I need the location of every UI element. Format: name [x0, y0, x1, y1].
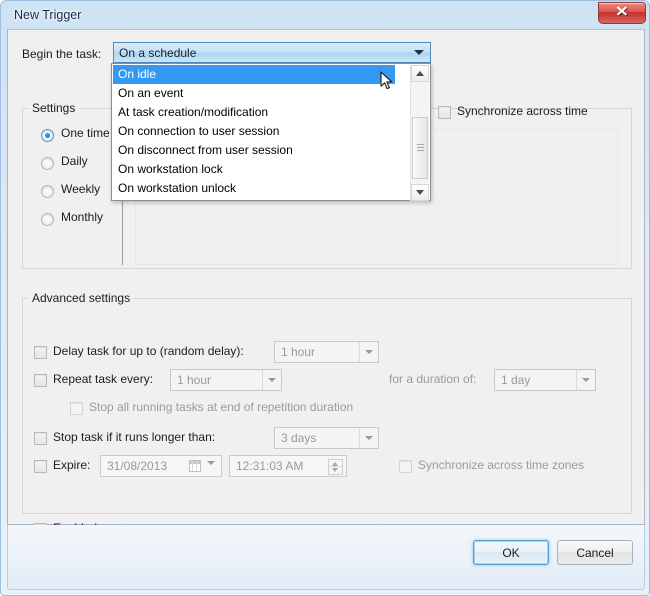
- dropdown-scrollbar[interactable]: [410, 65, 429, 201]
- expire-date-field[interactable]: 31/08/2013: [100, 455, 222, 479]
- chevron-down-icon: [414, 50, 424, 55]
- spinner-down-icon[interactable]: [332, 468, 338, 472]
- stop-task-checkbox[interactable]: [34, 432, 47, 445]
- radio-daily[interactable]: [41, 157, 54, 170]
- radio-weekly[interactable]: [41, 185, 54, 198]
- duration-dropdown-arrow[interactable]: [576, 370, 595, 390]
- chevron-down-icon: [207, 461, 215, 479]
- sync-across-time-zones-checkbox[interactable]: [399, 460, 412, 473]
- ok-button[interactable]: OK: [473, 540, 549, 565]
- begin-the-task-dropdown-list[interactable]: On idle On an event At task creation/mod…: [111, 63, 431, 201]
- new-trigger-dialog: New Trigger ✕ Begin the task: Settings O…: [0, 0, 650, 596]
- radio-one-time[interactable]: [41, 129, 54, 142]
- calendar-icon: [189, 460, 201, 472]
- expire-label: Expire:: [53, 458, 91, 472]
- delay-task-label: Delay task for up to (random delay):: [53, 344, 244, 358]
- expire-date-dropdown-arrow[interactable]: [207, 461, 215, 479]
- dropdown-option-on-connection-to-user-session[interactable]: On connection to user session: [113, 122, 395, 141]
- expire-time-value: 12:31:03 AM: [236, 459, 304, 473]
- repeat-task-checkbox[interactable]: [34, 374, 47, 387]
- begin-the-task-dropdown-arrow[interactable]: [410, 43, 428, 62]
- dropdown-option-on-idle[interactable]: On idle: [113, 65, 395, 84]
- expire-time-field[interactable]: 12:31:03 AM: [229, 455, 347, 477]
- radio-weekly-label: Weekly: [61, 182, 101, 196]
- scrollbar-up-button[interactable]: [411, 65, 429, 82]
- sync-across-time-checkbox[interactable]: [438, 106, 451, 119]
- delay-task-dropdown-arrow[interactable]: [359, 342, 378, 362]
- radio-monthly[interactable]: [41, 213, 54, 226]
- advanced-settings-group-title: Advanced settings: [28, 291, 135, 305]
- stop-task-label: Stop task if it runs longer than:: [53, 430, 216, 444]
- title-bar: New Trigger ✕: [1, 1, 650, 31]
- repeat-task-combo[interactable]: 1 hour: [170, 369, 282, 391]
- scrollbar-grip-icon: [417, 144, 424, 151]
- cancel-button[interactable]: Cancel: [557, 540, 633, 565]
- begin-the-task-combo[interactable]: On a schedule: [113, 42, 431, 63]
- sync-across-time-zones-label: Synchronize across time zones: [418, 458, 585, 472]
- scroll-up-icon: [416, 71, 424, 76]
- repeat-task-value: 1 hour: [177, 373, 212, 387]
- repeat-task-dropdown-arrow[interactable]: [262, 370, 281, 390]
- delay-task-value: 1 hour: [281, 345, 316, 359]
- delay-task-checkbox[interactable]: [34, 346, 47, 359]
- stop-all-running-tasks-checkbox[interactable]: [70, 402, 83, 415]
- begin-the-task-value: On a schedule: [119, 45, 197, 60]
- stop-task-value: 3 days: [281, 431, 317, 445]
- duration-combo[interactable]: 1 day: [494, 369, 596, 391]
- radio-monthly-label: Monthly: [61, 210, 104, 224]
- stop-task-dropdown-arrow[interactable]: [359, 428, 378, 448]
- duration-label: for a duration of:: [389, 372, 477, 386]
- chevron-down-icon: [582, 378, 590, 382]
- window-title: New Trigger: [14, 8, 82, 22]
- dropdown-option-on-workstation-unlock[interactable]: On workstation unlock: [113, 179, 395, 198]
- close-icon: ✕: [615, 5, 629, 20]
- dropdown-options: On idle On an event At task creation/mod…: [113, 65, 395, 201]
- dialog-footer: OK Cancel: [7, 525, 645, 590]
- radio-one-time-label: One time: [61, 126, 110, 140]
- dropdown-option-on-disconnect-from-user-session[interactable]: On disconnect from user session: [113, 141, 395, 160]
- settings-group-title: Settings: [28, 101, 80, 115]
- dropdown-option-on-an-event[interactable]: On an event: [113, 84, 395, 103]
- repeat-task-label: Repeat task every:: [53, 372, 154, 386]
- delay-task-combo[interactable]: 1 hour: [274, 341, 379, 363]
- sync-across-time-label: Synchronize across time: [457, 104, 588, 118]
- chevron-down-icon: [365, 436, 373, 440]
- expire-checkbox[interactable]: [34, 460, 47, 473]
- stop-all-running-tasks-label: Stop all running tasks at end of repetit…: [89, 400, 354, 414]
- chevron-down-icon: [365, 350, 373, 354]
- stop-task-combo[interactable]: 3 days: [274, 427, 379, 449]
- radio-daily-label: Daily: [61, 154, 88, 168]
- chevron-down-icon: [268, 378, 276, 382]
- spinner-up-icon[interactable]: [332, 462, 338, 466]
- scrollbar-thumb[interactable]: [412, 117, 428, 179]
- dropdown-option-on-workstation-lock[interactable]: On workstation lock: [113, 160, 395, 179]
- expire-date-value: 31/08/2013: [107, 459, 168, 473]
- duration-value: 1 day: [501, 373, 531, 387]
- dropdown-option-at-task-creation-modification[interactable]: At task creation/modification: [113, 103, 395, 122]
- close-button[interactable]: ✕: [598, 2, 646, 24]
- scrollbar-down-button[interactable]: [411, 184, 429, 201]
- expire-time-spinner[interactable]: [328, 459, 343, 475]
- begin-the-task-label: Begin the task:: [22, 47, 102, 61]
- scroll-down-icon: [416, 190, 424, 195]
